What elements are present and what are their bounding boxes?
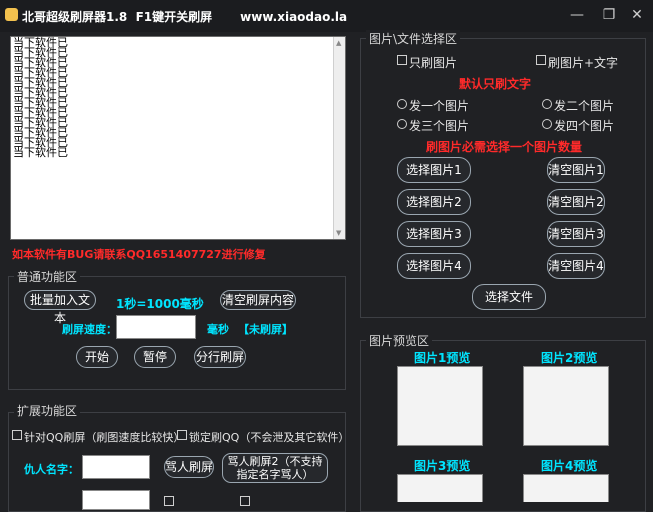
image-text-label: 刷图片+文字 xyxy=(548,56,619,70)
qq-flood-checkbox[interactable] xyxy=(12,430,22,440)
preview2-label: 图片2预览 xyxy=(541,351,598,365)
log-textarea[interactable]: 当下软件已 当下软件已 当下软件已 当下软件已 当下软件已 当下软件已 当下软件… xyxy=(10,36,346,240)
scroll-up-arrow-icon[interactable]: ▲ xyxy=(336,39,341,47)
send4-radio[interactable] xyxy=(542,119,552,129)
only-image-checkbox[interactable] xyxy=(397,55,407,65)
default-text-notice: 默认只刷文字 xyxy=(459,77,532,91)
clear-image4-label: 清空图片4 xyxy=(548,259,604,273)
send1-label: 发一个图片 xyxy=(409,99,470,113)
select-file-label: 选择文件 xyxy=(484,290,533,304)
select-image1-label: 选择图片1 xyxy=(406,163,462,177)
preview3-image xyxy=(397,474,483,502)
preview1-image xyxy=(397,366,483,446)
extra-checkbox-2[interactable] xyxy=(240,496,250,506)
log-lines: 当下软件已 当下软件已 当下软件已 当下软件已 当下软件已 当下软件已 当下软件… xyxy=(13,37,68,159)
only-image-label: 只刷图片 xyxy=(409,56,458,70)
preview4-image xyxy=(523,474,609,502)
curse-flood2-line2: 指定名字骂人） xyxy=(236,468,314,481)
flood-status: 【未刷屏】 xyxy=(238,323,293,336)
clear-image3-button[interactable]: 清空图片3 xyxy=(547,221,605,247)
curse-flood2-line1: 骂人刷屏2（不支持 xyxy=(227,455,323,468)
start-label: 开始 xyxy=(84,350,109,364)
bug-notice: 如本软件有BUG请联系QQ1651407727进行修复 xyxy=(12,248,266,261)
send3-label: 发三个图片 xyxy=(409,119,470,133)
clear-image1-label: 清空图片1 xyxy=(548,163,604,177)
preview4-label: 图片4预览 xyxy=(541,459,598,473)
app-icon xyxy=(5,8,18,21)
curse-flood-label: 骂人刷屏 xyxy=(165,460,214,474)
preview1-label: 图片1预览 xyxy=(414,351,471,365)
log-scrollbar[interactable]: ▲ ▼ xyxy=(333,37,345,239)
lock-qq-label: 锁定刷QQ（不会泄及其它软件） xyxy=(189,431,350,444)
clear-image2-label: 清空图片2 xyxy=(548,195,604,209)
general-group-title: 普通功能区 xyxy=(14,268,81,285)
image-select-title: 图片\文件选择区 xyxy=(366,30,461,47)
clear-image2-button[interactable]: 清空图片2 xyxy=(547,189,605,215)
line-flood-button[interactable]: 分行刷屏 xyxy=(194,346,246,368)
enemy-name-input[interactable] xyxy=(82,455,150,479)
clear-content-label: 清空刷屏内容 xyxy=(221,293,294,307)
select-image4-label: 选择图片4 xyxy=(406,259,462,273)
ms-label: 毫秒 xyxy=(207,323,229,336)
preview3-label: 图片3预览 xyxy=(414,459,471,473)
curse-flood2-button[interactable]: 骂人刷屏2（不支持 指定名字骂人） xyxy=(222,453,328,483)
send4-label: 发四个图片 xyxy=(554,119,615,133)
select-image3-button[interactable]: 选择图片3 xyxy=(397,221,471,247)
preview2-image xyxy=(523,366,609,446)
curse-flood-button[interactable]: 骂人刷屏 xyxy=(164,456,214,478)
extended-group-title: 扩展功能区 xyxy=(14,402,81,419)
send2-label: 发二个图片 xyxy=(554,99,615,113)
extra-checkbox-1[interactable] xyxy=(164,496,174,506)
window-title-text: 北哥超级刷屏器1.8 F1键开关刷屏 xyxy=(22,10,213,24)
select-image2-label: 选择图片2 xyxy=(406,195,462,209)
restore-button[interactable]: ❐ xyxy=(600,6,618,24)
image-text-checkbox[interactable] xyxy=(536,55,546,65)
must-select-notice: 刷图片必需选择一个图片数量 xyxy=(426,140,583,154)
qq-flood-label: 针对QQ刷屏（刷图速度比较快） xyxy=(24,431,185,444)
select-image3-label: 选择图片3 xyxy=(406,227,462,241)
start-button[interactable]: 开始 xyxy=(76,346,118,368)
send2-radio[interactable] xyxy=(542,99,552,109)
extra-input[interactable] xyxy=(82,490,150,510)
clear-content-button[interactable]: 清空刷屏内容 xyxy=(220,290,296,310)
batch-add-text-button[interactable]: 批量加入文本 xyxy=(24,290,96,325)
lock-qq-checkbox[interactable] xyxy=(177,430,187,440)
send3-radio[interactable] xyxy=(397,119,407,129)
clear-image4-button[interactable]: 清空图片4 xyxy=(547,253,605,279)
clear-image3-label: 清空图片3 xyxy=(548,227,604,241)
clear-image1-button[interactable]: 清空图片1 xyxy=(547,157,605,183)
send1-radio[interactable] xyxy=(397,99,407,109)
select-image4-button[interactable]: 选择图片4 xyxy=(397,253,471,279)
preview-title: 图片预览区 xyxy=(366,332,433,349)
log-line: 当下软件已 xyxy=(13,146,68,159)
website-url: www.xiaodao.la xyxy=(240,10,348,24)
line-flood-label: 分行刷屏 xyxy=(195,350,244,364)
minimize-button[interactable]: — xyxy=(568,6,586,24)
select-image1-button[interactable]: 选择图片1 xyxy=(397,157,471,183)
title-bar: 北哥超级刷屏器1.8 F1键开关刷屏 www.xiaodao.la — ❐ ✕ xyxy=(0,0,653,32)
pause-button[interactable]: 暂停 xyxy=(134,346,176,368)
scroll-down-arrow-icon[interactable]: ▼ xyxy=(336,229,341,237)
close-button[interactable]: ✕ xyxy=(628,6,646,24)
select-file-button[interactable]: 选择文件 xyxy=(472,284,546,310)
enemy-name-label: 仇人名字： xyxy=(24,463,79,476)
window-title: 北哥超级刷屏器1.8 F1键开关刷屏 www.xiaodao.la xyxy=(22,8,347,25)
second-info: 1秒=1000毫秒 xyxy=(116,297,204,311)
select-image2-button[interactable]: 选择图片2 xyxy=(397,189,471,215)
speed-label: 刷屏速度： xyxy=(62,323,117,336)
pause-label: 暂停 xyxy=(142,350,167,364)
speed-input[interactable] xyxy=(116,315,196,339)
